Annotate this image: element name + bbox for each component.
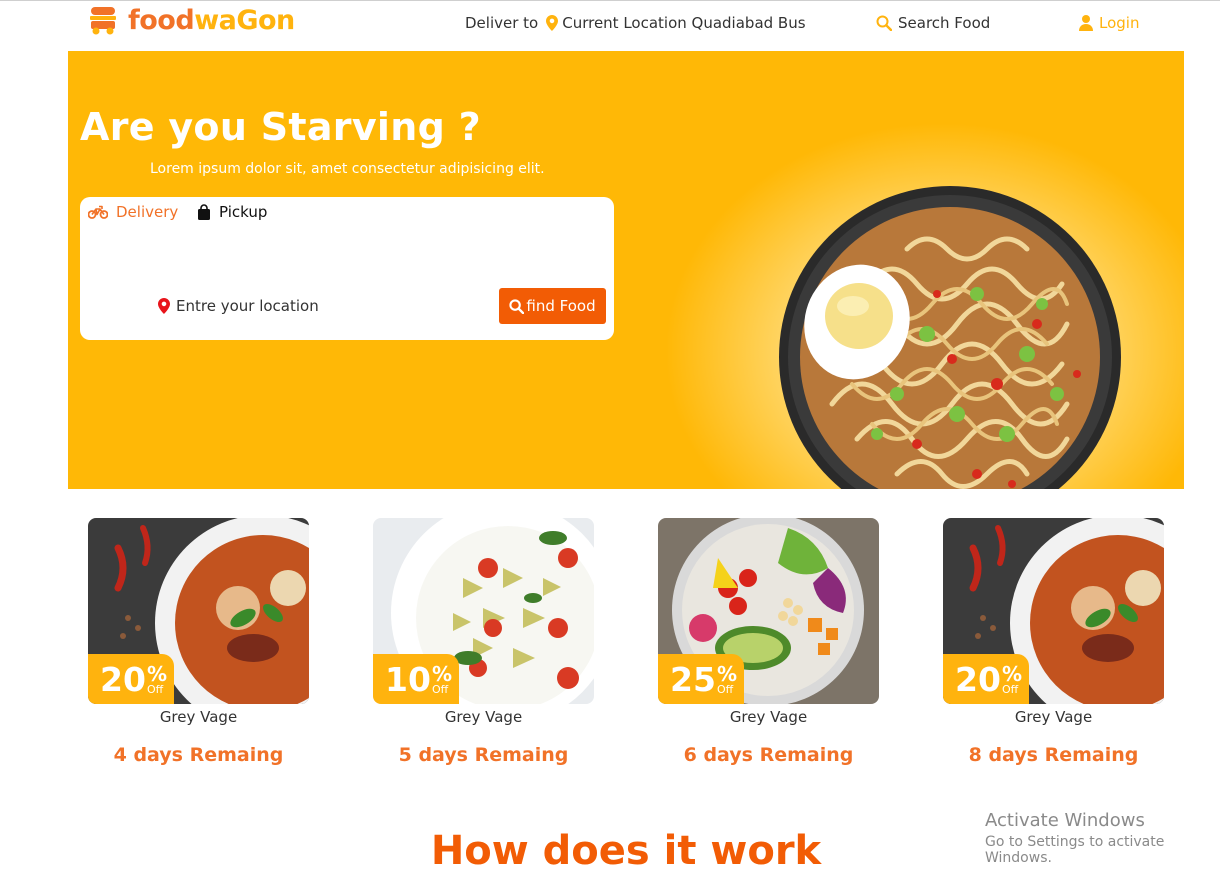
- header: foodwaGon Deliver to Current Location Qu…: [0, 0, 1220, 48]
- offer-days-remaining: 8 days Remaing: [968, 744, 1139, 766]
- discount-percent: %: [431, 661, 452, 686]
- discount-badge: 10 % Off: [373, 654, 459, 704]
- offer-days-remaining: 4 days Remaing: [113, 744, 284, 766]
- discount-off: Off: [431, 682, 449, 696]
- find-food-button[interactable]: find Food: [499, 288, 606, 324]
- offer-image: 25 % Off: [658, 518, 879, 704]
- discount-off: Off: [716, 682, 734, 696]
- discount-percent: %: [1001, 661, 1022, 686]
- login-link[interactable]: Login: [1079, 14, 1139, 32]
- search-card: Delivery Pickup find Food: [80, 197, 614, 340]
- deliver-to[interactable]: Deliver to Current Location Quadiabad Bu…: [465, 14, 806, 32]
- brand-name-part1: food: [128, 5, 195, 36]
- discount-badge: 20 % Off: [943, 654, 1029, 704]
- offer-name: Grey Vage: [159, 708, 238, 726]
- motorbike-icon: [88, 205, 108, 219]
- search-icon: [509, 298, 525, 314]
- bag-icon: [198, 204, 210, 220]
- offer-card[interactable]: 20 % Off Grey Vage 4 days Remaing: [88, 518, 309, 766]
- offer-image: 10 % Off: [373, 518, 594, 704]
- brand-name-part2: waGon: [194, 5, 295, 36]
- noodle-bowl-image: [779, 186, 1121, 489]
- current-location: Current Location Quadiabad Bus: [562, 14, 806, 32]
- discount-value: 10: [385, 659, 431, 699]
- watermark-line1: Activate Windows: [985, 810, 1145, 831]
- discount-percent: %: [146, 661, 167, 686]
- search-icon: [876, 15, 892, 31]
- location-input[interactable]: [176, 297, 396, 315]
- discount-badge: 25 % Off: [658, 654, 744, 704]
- offer-image: 20 % Off: [943, 518, 1164, 704]
- find-food-label: find Food: [526, 297, 596, 315]
- tab-delivery-label: Delivery: [116, 203, 179, 221]
- food-truck-icon: [90, 7, 116, 35]
- tab-pickup-label: Pickup: [219, 203, 268, 221]
- offer-days-remaining: 5 days Remaing: [398, 744, 569, 766]
- hero-subtitle: Lorem ipsum dolor sit, amet consectetur …: [150, 161, 545, 177]
- login-label: Login: [1099, 14, 1140, 32]
- discount-off: Off: [146, 682, 164, 696]
- brand-name: foodwaGon: [128, 6, 295, 36]
- search-food-label: Search Food: [898, 14, 991, 32]
- discount-value: 20: [100, 659, 146, 699]
- offer-days-remaining: 6 days Remaing: [683, 744, 854, 766]
- deliver-label: Deliver to: [465, 14, 539, 32]
- discount-value: 25: [670, 659, 716, 699]
- hero-title: Are you Starving ?: [80, 105, 481, 149]
- watermark-line2: Go to Settings to activate Windows.: [985, 834, 1165, 866]
- offer-name: Grey Vage: [444, 708, 523, 726]
- offer-card[interactable]: 25 % Off Grey Vage 6 days Remaing: [658, 518, 879, 766]
- tab-pickup[interactable]: Pickup: [197, 203, 267, 221]
- search-food-link[interactable]: Search Food: [876, 14, 990, 32]
- tab-delivery[interactable]: Delivery: [88, 203, 178, 221]
- offer-card[interactable]: 10 % Off Grey Vage 5 days Remaing: [373, 518, 594, 766]
- map-pin-icon: [546, 15, 559, 31]
- offer-image: 20 % Off: [88, 518, 309, 704]
- discount-badge: 20 % Off: [88, 654, 174, 704]
- location-pin-icon: [158, 298, 170, 314]
- offer-name: Grey Vage: [1014, 708, 1093, 726]
- discount-off: Off: [1001, 682, 1019, 696]
- discount-percent: %: [716, 661, 737, 686]
- offer-name: Grey Vage: [729, 708, 808, 726]
- logo[interactable]: foodwaGon: [88, 6, 295, 36]
- activate-windows-watermark: Activate Windows Go to Settings to activ…: [985, 810, 1220, 866]
- offer-card[interactable]: 20 % Off Grey Vage 8 days Remaing: [943, 518, 1164, 766]
- user-icon: [1079, 15, 1093, 31]
- discount-value: 20: [955, 659, 1001, 699]
- hero-banner: Are you Starving ? Lorem ipsum dolor sit…: [68, 51, 1184, 489]
- location-field: [158, 297, 396, 315]
